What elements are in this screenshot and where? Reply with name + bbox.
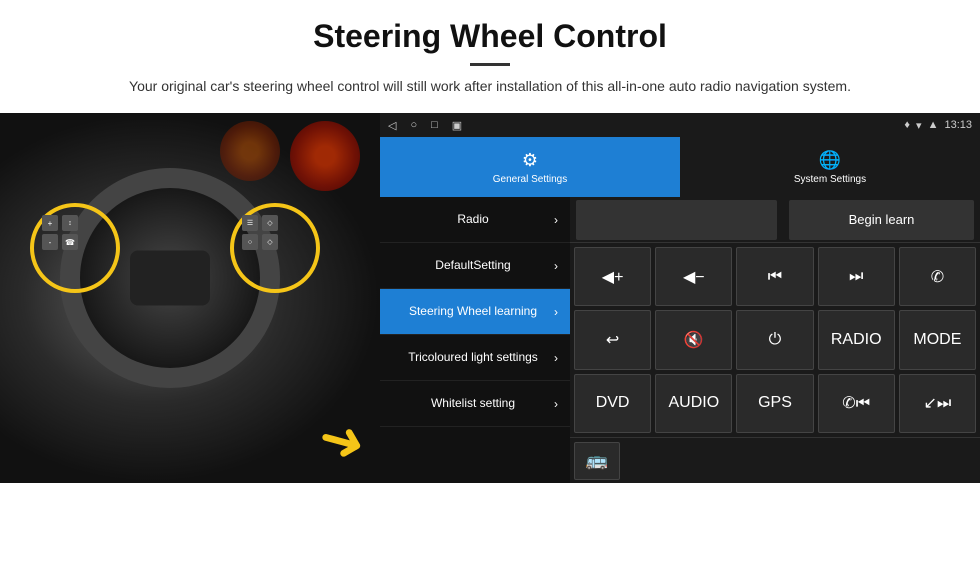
- ctrl-row-3: DVD AUDIO GPS ✆⏮: [574, 374, 976, 433]
- control-grid: ◀+ ◀− ⏮ ⏭ ✆: [570, 243, 980, 437]
- left-menu: Radio › DefaultSetting › Steering Wheel …: [380, 197, 570, 483]
- mode-button[interactable]: MODE: [899, 310, 976, 369]
- prev-button[interactable]: ⏮: [736, 247, 813, 306]
- bus-icon: 🚌: [586, 450, 608, 471]
- home-icon[interactable]: ○: [410, 119, 417, 131]
- dvd-label: DVD: [596, 394, 630, 412]
- radio-label: RADIO: [831, 331, 882, 349]
- highlight-circle-right: ☰ ◇ ○ ◇: [230, 203, 320, 293]
- title-divider: [470, 63, 510, 66]
- menu-whitelist-arrow: ›: [554, 397, 558, 411]
- recents-icon[interactable]: □: [431, 119, 438, 131]
- subtitle: Your original car's steering wheel contr…: [110, 76, 870, 97]
- menu-radio-label: Radio: [392, 212, 554, 228]
- gauge-right: [290, 121, 360, 191]
- android-ui: ◁ ○ □ ▣ ♦ ▾ ▲ 13:13 ⚙ General Settings: [380, 113, 980, 483]
- menu-whitelist-label: Whitelist setting: [392, 396, 554, 412]
- gauge-left: [220, 121, 280, 181]
- wifi-icon: ▾: [916, 119, 922, 132]
- hook-icon: ↩: [606, 330, 619, 350]
- highlight-circle-left: + ↕ - ☎: [30, 203, 120, 293]
- power-button[interactable]: ⏻: [736, 310, 813, 369]
- location-icon: ♦: [904, 119, 910, 131]
- ctrl-row-1: ◀+ ◀− ⏮ ⏭ ✆: [574, 247, 976, 306]
- menu-tricoloured-label: Tricoloured light settings: [392, 350, 554, 366]
- audio-button[interactable]: AUDIO: [655, 374, 732, 433]
- vol-up-button[interactable]: ◀+: [574, 247, 651, 306]
- yellow-arrow: ➜: [313, 408, 372, 473]
- signal-icon: ▲: [928, 119, 939, 131]
- steering-hub: [130, 251, 210, 306]
- menu-item-whitelist[interactable]: Whitelist setting ›: [380, 381, 570, 427]
- menu-default-label: DefaultSetting: [392, 258, 554, 274]
- menu-default-arrow: ›: [554, 259, 558, 273]
- menu-icon[interactable]: ▣: [452, 119, 462, 132]
- back-icon[interactable]: ◁: [388, 119, 396, 132]
- page-wrapper: Steering Wheel Control Your original car…: [0, 0, 980, 564]
- menu-steering-label: Steering Wheel learning: [392, 304, 554, 320]
- main-content: Radio › DefaultSetting › Steering Wheel …: [380, 197, 980, 483]
- tab-bar: ⚙ General Settings 🌐 System Settings: [380, 137, 980, 197]
- gps-button[interactable]: GPS: [736, 374, 813, 433]
- nav-icons: ◁ ○ □ ▣: [388, 119, 462, 132]
- menu-tricoloured-arrow: ›: [554, 351, 558, 365]
- vol-up-icon: ◀+: [602, 267, 624, 287]
- skip-next-button[interactable]: ↙⏭: [899, 374, 976, 433]
- audio-label: AUDIO: [668, 394, 719, 412]
- steering-wheel-image: + ↕ - ☎ ☰ ◇: [0, 113, 380, 483]
- status-right: ♦ ▾ ▲ 13:13: [904, 119, 972, 132]
- gps-label: GPS: [758, 394, 792, 412]
- phone-button[interactable]: ✆: [899, 247, 976, 306]
- page-title: Steering Wheel Control: [60, 18, 920, 55]
- content-area: + ↕ - ☎ ☰ ◇: [0, 113, 980, 564]
- menu-item-default[interactable]: DefaultSetting ›: [380, 243, 570, 289]
- radio-button[interactable]: RADIO: [818, 310, 895, 369]
- prev-icon: ⏮: [768, 268, 782, 286]
- phone-icon: ✆: [931, 267, 944, 287]
- sw-background: + ↕ - ☎ ☰ ◇: [0, 113, 380, 483]
- time-display: 13:13: [944, 119, 972, 131]
- mode-label: MODE: [913, 331, 961, 349]
- tab-system[interactable]: 🌐 System Settings: [680, 137, 980, 197]
- phone-prev-icon: ✆⏮: [842, 393, 870, 413]
- gear-icon: ⚙: [522, 150, 538, 171]
- power-icon: ⏻: [769, 331, 782, 349]
- header-section: Steering Wheel Control Your original car…: [0, 0, 980, 103]
- menu-item-radio[interactable]: Radio ›: [380, 197, 570, 243]
- dvd-button[interactable]: DVD: [574, 374, 651, 433]
- next-button[interactable]: ⏭: [818, 247, 895, 306]
- menu-steering-arrow: ›: [554, 305, 558, 319]
- vol-down-icon: ◀−: [683, 267, 705, 287]
- globe-icon: 🌐: [819, 150, 841, 171]
- begin-learn-button[interactable]: Begin learn: [789, 200, 974, 240]
- vol-down-button[interactable]: ◀−: [655, 247, 732, 306]
- menu-item-steering[interactable]: Steering Wheel learning ›: [380, 289, 570, 335]
- blank-input-box: [576, 200, 777, 240]
- next-icon: ⏭: [849, 268, 863, 286]
- menu-item-tricoloured[interactable]: Tricoloured light settings ›: [380, 335, 570, 381]
- top-row: Begin learn: [570, 197, 980, 243]
- tab-general-label: General Settings: [493, 174, 568, 185]
- phone-prev-button[interactable]: ✆⏮: [818, 374, 895, 433]
- right-panel: Begin learn ◀+ ◀−: [570, 197, 980, 483]
- menu-radio-arrow: ›: [554, 213, 558, 227]
- tab-general[interactable]: ⚙ General Settings: [380, 137, 680, 197]
- bottom-icon-row: 🚌: [570, 437, 980, 483]
- bus-icon-button[interactable]: 🚌: [574, 442, 620, 480]
- status-bar: ◁ ○ □ ▣ ♦ ▾ ▲ 13:13: [380, 113, 980, 137]
- skip-next-icon: ↙⏭: [924, 393, 952, 413]
- ctrl-row-2: ↩ 🔇 ⏻ RADIO MOD: [574, 310, 976, 369]
- mute-button[interactable]: 🔇: [655, 310, 732, 369]
- mute-icon: 🔇: [684, 330, 704, 350]
- hook-button[interactable]: ↩: [574, 310, 651, 369]
- tab-system-label: System Settings: [794, 174, 866, 185]
